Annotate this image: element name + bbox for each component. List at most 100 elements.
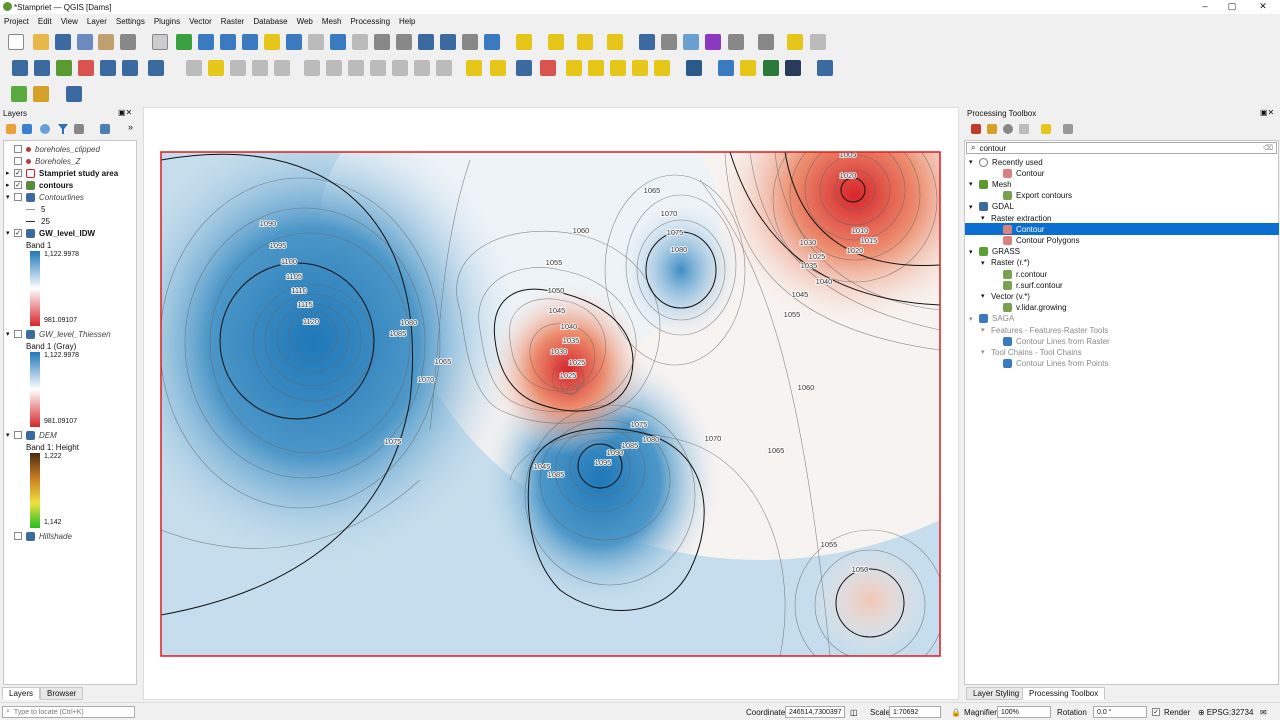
toolbox-tree-item[interactable]: Contour <box>965 223 1279 236</box>
visibility-icon[interactable] <box>40 124 50 134</box>
menu-layer[interactable]: Layer <box>87 17 107 26</box>
plugin-manager-icon[interactable] <box>763 60 779 76</box>
data-source-manager-icon[interactable] <box>12 60 28 76</box>
layer-row[interactable]: Band 1: Height <box>26 441 79 453</box>
new-spatialite-icon[interactable] <box>78 60 94 76</box>
delete-selected-icon[interactable] <box>304 60 320 76</box>
layer-row[interactable]: Hillshade <box>6 530 72 542</box>
toolbox-tree-item[interactable]: Contour Polygons <box>965 234 1279 246</box>
menu-raster[interactable]: Raster <box>221 17 245 26</box>
label-show-hide-icon[interactable] <box>540 60 556 76</box>
deselect-icon[interactable] <box>577 34 593 50</box>
zoom-to-selection-icon[interactable] <box>264 34 280 50</box>
layer-visibility-checkbox[interactable] <box>14 157 22 165</box>
refresh-icon[interactable] <box>484 34 500 50</box>
new-map-view-icon[interactable] <box>374 34 390 50</box>
vertex-tool-icon[interactable] <box>274 60 290 76</box>
crs-globe-icon[interactable]: ⊕ <box>1198 708 1205 717</box>
profile-tool-icon[interactable] <box>66 86 82 102</box>
toolbox-tree-item[interactable]: Contour <box>965 167 1279 179</box>
layer-row[interactable]: Boreholes_Z <box>6 155 80 167</box>
tree-expand-icon[interactable]: ▾ <box>981 348 991 356</box>
label-pin-icon[interactable] <box>490 60 506 76</box>
menu-settings[interactable]: Settings <box>116 17 145 26</box>
toolbox-tree-item[interactable]: Contour Lines from Points <box>965 358 1279 370</box>
map-svg[interactable]: 1090109511001105111011151120108510801070… <box>143 107 959 700</box>
expand-arrow-icon[interactable]: ▸ <box>6 181 14 189</box>
zoom-out-icon[interactable] <box>220 34 236 50</box>
statistics-sum-icon[interactable] <box>705 34 721 50</box>
layer-row[interactable]: ▾ Contourlines <box>6 191 84 203</box>
toolbox-tree-item[interactable]: ▾ GDAL <box>965 201 1279 213</box>
menu-view[interactable]: View <box>61 17 78 26</box>
settings-extra-icon[interactable] <box>810 34 826 50</box>
locate-icon[interactable] <box>11 86 27 102</box>
collapse-all-icon[interactable] <box>100 124 110 134</box>
current-edits-icon[interactable] <box>186 60 202 76</box>
menu-help[interactable]: Help <box>399 17 415 26</box>
pan-to-selection-icon[interactable] <box>176 34 192 50</box>
layer-row[interactable]: 5 <box>26 203 45 215</box>
tree-expand-icon[interactable]: ▾ <box>981 214 991 222</box>
history-icon[interactable] <box>1003 124 1013 134</box>
tree-expand-icon[interactable]: ▾ <box>969 315 979 323</box>
layer-visibility-checkbox[interactable] <box>14 431 22 439</box>
open-attribute-table-icon[interactable] <box>607 34 623 50</box>
new-shapefile-icon[interactable] <box>56 60 72 76</box>
pan-icon[interactable] <box>152 34 168 50</box>
toolbox-tree-item[interactable]: v.lidar.growing <box>965 302 1279 314</box>
new-geopackage-icon[interactable] <box>34 60 50 76</box>
measure-icon[interactable] <box>728 34 744 50</box>
attribute-table-icon[interactable] <box>661 34 677 50</box>
layer-visibility-checkbox[interactable] <box>14 330 22 338</box>
tree-expand-icon[interactable]: ▾ <box>969 158 979 166</box>
maximize-button[interactable]: ▢ <box>1217 0 1247 14</box>
toolbox-search[interactable]: ⌕ contour ⌫ <box>966 142 1277 154</box>
style-manager-icon[interactable] <box>120 34 136 50</box>
toolbox-float-icon[interactable]: ▣✕ <box>1260 108 1274 117</box>
models-icon[interactable] <box>971 124 981 134</box>
label-move-icon[interactable] <box>566 60 582 76</box>
zoom-native-icon[interactable] <box>308 34 324 50</box>
tab-layer-styling[interactable]: Layer Styling <box>966 687 1027 700</box>
copy-features-icon[interactable] <box>348 60 364 76</box>
toolbox-tree-item[interactable]: Export contours <box>965 190 1279 202</box>
toolbox-tree-item[interactable]: r.surf.contour <box>965 279 1279 291</box>
digitize-icon[interactable] <box>252 60 268 76</box>
scale-field[interactable]: 1:70692 <box>889 706 941 718</box>
layer-row[interactable]: ▾ GW_level_Thiessen <box>6 328 111 340</box>
render-checkbox[interactable]: ✓ <box>1152 708 1160 716</box>
menu-mesh[interactable]: Mesh <box>322 17 342 26</box>
tree-expand-icon[interactable]: ▾ <box>981 259 991 267</box>
tree-expand-icon[interactable]: ▾ <box>981 292 991 300</box>
tree-expand-icon[interactable]: ▾ <box>969 203 979 211</box>
zoom-in-icon[interactable] <box>198 34 214 50</box>
label-highlight-icon[interactable] <box>516 60 532 76</box>
layer-row[interactable]: ▾ DEM <box>6 429 57 441</box>
messages-icon[interactable]: ✉ <box>1260 708 1267 717</box>
redo-icon[interactable] <box>414 60 430 76</box>
zoom-full-icon[interactable] <box>242 34 258 50</box>
zoom-next-icon[interactable] <box>352 34 368 50</box>
rotation-field[interactable]: 0.0 ° <box>1093 706 1147 718</box>
layer-row[interactable]: ▾ ✓ GW_level_IDW <box>6 227 95 239</box>
layer-row[interactable]: ▸ ✓ contours <box>6 179 73 191</box>
select-features-icon[interactable] <box>516 34 532 50</box>
toolbox-tree-item[interactable]: ▾ Tool Chains - Tool Chains <box>965 346 1279 358</box>
toggle-editing-icon[interactable] <box>208 60 224 76</box>
layer-visibility-checkbox[interactable] <box>14 193 22 201</box>
minimize-button[interactable]: – <box>1190 0 1220 14</box>
paste-features-icon[interactable] <box>370 60 386 76</box>
toolbox-tree-item[interactable]: Contour Lines from Raster <box>965 335 1279 347</box>
new-virtual-layer-icon[interactable] <box>100 60 116 76</box>
expression-filter-icon[interactable] <box>74 124 84 134</box>
redo2-icon[interactable] <box>436 60 452 76</box>
tree-expand-icon[interactable]: ▾ <box>981 326 991 334</box>
georeferencer-icon[interactable] <box>686 60 702 76</box>
toolbox-tree-item[interactable]: r.contour <box>965 268 1279 280</box>
layer-row[interactable]: 25 <box>26 215 50 227</box>
toolbox-tree-item[interactable]: ▾ Raster (r.*) <box>965 257 1279 269</box>
scripts-icon[interactable] <box>987 124 997 134</box>
add-vector-icon[interactable] <box>148 60 164 76</box>
new-3d-view-icon[interactable] <box>396 34 412 50</box>
